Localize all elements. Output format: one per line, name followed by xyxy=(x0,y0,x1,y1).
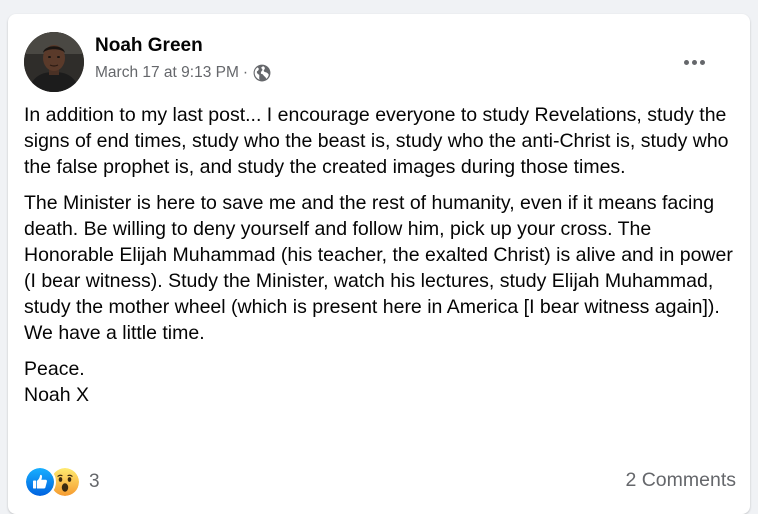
reactions-summary[interactable]: 3 xyxy=(24,466,100,498)
dot xyxy=(699,59,705,65)
meta-separator: · xyxy=(242,64,249,81)
globe-icon[interactable] xyxy=(253,64,271,82)
post-card: Noah Green March 17 at 9:13 PM · In addi… xyxy=(8,14,750,514)
avatar-photo xyxy=(24,32,84,92)
reaction-count: 3 xyxy=(89,471,100,492)
post-body: In addition to my last post... I encoura… xyxy=(24,102,736,418)
comments-link[interactable]: 2 Comments xyxy=(625,469,736,492)
post-paragraph: The Minister is here to save me and the … xyxy=(24,192,733,344)
post-paragraph: In addition to my last post... I encoura… xyxy=(24,104,729,178)
like-icon xyxy=(24,466,56,498)
post-meta: March 17 at 9:13 PM · xyxy=(95,64,271,82)
post-signature: Peace. Noah X xyxy=(24,358,90,406)
author-name[interactable]: Noah Green xyxy=(95,35,203,57)
post-footer: 3 2 Comments xyxy=(24,464,736,498)
avatar[interactable] xyxy=(24,32,84,92)
dot xyxy=(683,59,689,65)
post-timestamp[interactable]: March 17 at 9:13 PM xyxy=(95,64,239,82)
more-options-icon[interactable] xyxy=(676,50,712,74)
dot xyxy=(691,59,697,65)
